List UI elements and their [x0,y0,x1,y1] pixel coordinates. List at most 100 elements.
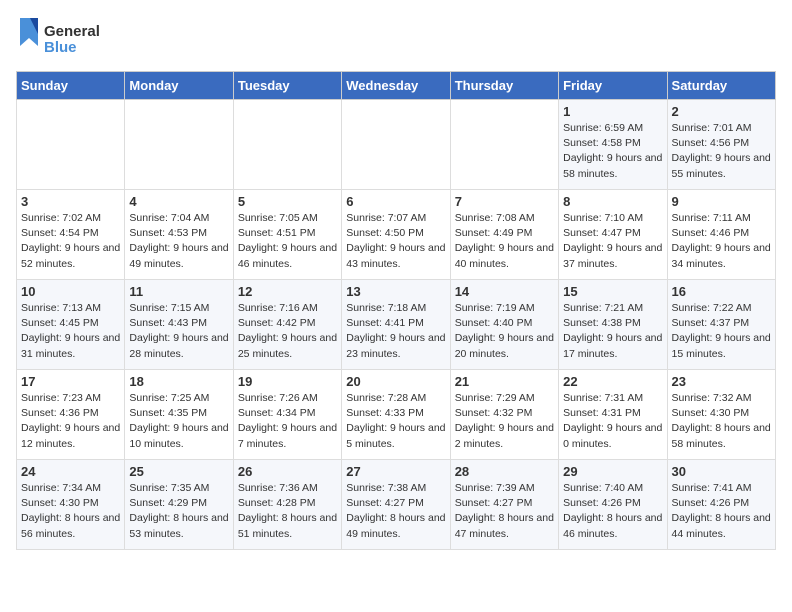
day-cell: 2 Sunrise: 7:01 AM Sunset: 4:56 PM Daylig… [667,100,775,190]
day-info: Sunrise: 7:02 AM Sunset: 4:54 PM Dayligh… [21,211,120,272]
day-number: 25 [129,464,228,479]
day-info: Sunrise: 7:23 AM Sunset: 4:36 PM Dayligh… [21,391,120,452]
day-info: Sunrise: 7:16 AM Sunset: 4:42 PM Dayligh… [238,301,337,362]
day-number: 12 [238,284,337,299]
day-number: 17 [21,374,120,389]
svg-text:General: General [44,23,100,40]
day-cell: 20 Sunrise: 7:28 AM Sunset: 4:33 PM Dayli… [342,370,450,460]
day-cell: 27 Sunrise: 7:38 AM Sunset: 4:27 PM Dayli… [342,460,450,550]
week-row-2: 3 Sunrise: 7:02 AM Sunset: 4:54 PM Daylig… [17,190,776,280]
day-cell: 4 Sunrise: 7:04 AM Sunset: 4:53 PM Daylig… [125,190,233,280]
day-info: Sunrise: 7:01 AM Sunset: 4:56 PM Dayligh… [672,121,771,182]
header-day-sunday: Sunday [17,72,125,100]
day-info: Sunrise: 7:15 AM Sunset: 4:43 PM Dayligh… [129,301,228,362]
day-info: Sunrise: 7:25 AM Sunset: 4:35 PM Dayligh… [129,391,228,452]
day-info: Sunrise: 7:38 AM Sunset: 4:27 PM Dayligh… [346,481,445,542]
day-cell: 1 Sunrise: 6:59 AM Sunset: 4:58 PM Daylig… [559,100,667,190]
day-info: Sunrise: 7:13 AM Sunset: 4:45 PM Dayligh… [21,301,120,362]
day-number: 20 [346,374,445,389]
day-cell [125,100,233,190]
header: GeneralBlue [16,16,776,61]
day-cell: 10 Sunrise: 7:13 AM Sunset: 4:45 PM Dayli… [17,280,125,370]
day-cell [342,100,450,190]
day-cell: 21Sunrise: 7:29 AM Sunset: 4:32 PM Dayli… [450,370,558,460]
day-number: 27 [346,464,445,479]
day-info: Sunrise: 7:35 AM Sunset: 4:29 PM Dayligh… [129,481,228,542]
day-cell: 19 Sunrise: 7:26 AM Sunset: 4:34 PM Dayli… [233,370,341,460]
day-number: 22 [563,374,662,389]
logo-svg: GeneralBlue [16,16,106,61]
day-info: Sunrise: 7:36 AM Sunset: 4:28 PM Dayligh… [238,481,337,542]
week-row-3: 10 Sunrise: 7:13 AM Sunset: 4:45 PM Dayli… [17,280,776,370]
day-cell: 5 Sunrise: 7:05 AM Sunset: 4:51 PM Daylig… [233,190,341,280]
day-info: Sunrise: 7:11 AM Sunset: 4:46 PM Dayligh… [672,211,771,272]
day-number: 10 [21,284,120,299]
day-cell: 26 Sunrise: 7:36 AM Sunset: 4:28 PM Dayli… [233,460,341,550]
day-number: 28 [455,464,554,479]
day-number: 29 [563,464,662,479]
day-info: Sunrise: 6:59 AM Sunset: 4:58 PM Dayligh… [563,121,662,182]
week-row-1: 1 Sunrise: 6:59 AM Sunset: 4:58 PM Daylig… [17,100,776,190]
day-cell: 24 Sunrise: 7:34 AM Sunset: 4:30 PM Dayli… [17,460,125,550]
day-info: Sunrise: 7:08 AM Sunset: 4:49 PM Dayligh… [455,211,554,272]
day-info: Sunrise: 7:07 AM Sunset: 4:50 PM Dayligh… [346,211,445,272]
header-row: SundayMondayTuesdayWednesdayThursdayFrid… [17,72,776,100]
day-info: Sunrise: 7:40 AM Sunset: 4:26 PM Dayligh… [563,481,662,542]
day-info: Sunrise: 7:05 AM Sunset: 4:51 PM Dayligh… [238,211,337,272]
day-info: Sunrise: 7:34 AM Sunset: 4:30 PM Dayligh… [21,481,120,542]
day-number: 11 [129,284,228,299]
day-number: 19 [238,374,337,389]
day-cell: 23 Sunrise: 7:32 AM Sunset: 4:30 PM Dayli… [667,370,775,460]
day-cell: 9Sunrise: 7:11 AM Sunset: 4:46 PM Daylig… [667,190,775,280]
day-cell: 14Sunrise: 7:19 AM Sunset: 4:40 PM Dayli… [450,280,558,370]
day-info: Sunrise: 7:10 AM Sunset: 4:47 PM Dayligh… [563,211,662,272]
day-number: 23 [672,374,771,389]
day-info: Sunrise: 7:39 AM Sunset: 4:27 PM Dayligh… [455,481,554,542]
day-cell: 16 Sunrise: 7:22 AM Sunset: 4:37 PM Dayli… [667,280,775,370]
day-number: 16 [672,284,771,299]
header-day-tuesday: Tuesday [233,72,341,100]
day-number: 3 [21,194,120,209]
header-day-wednesday: Wednesday [342,72,450,100]
day-info: Sunrise: 7:04 AM Sunset: 4:53 PM Dayligh… [129,211,228,272]
day-cell [233,100,341,190]
day-number: 6 [346,194,445,209]
day-number: 1 [563,104,662,119]
day-info: Sunrise: 7:18 AM Sunset: 4:41 PM Dayligh… [346,301,445,362]
logo: GeneralBlue [16,16,106,61]
day-number: 15 [563,284,662,299]
day-info: Sunrise: 7:32 AM Sunset: 4:30 PM Dayligh… [672,391,771,452]
day-number: 24 [21,464,120,479]
day-info: Sunrise: 7:31 AM Sunset: 4:31 PM Dayligh… [563,391,662,452]
day-cell: 8 Sunrise: 7:10 AM Sunset: 4:47 PM Daylig… [559,190,667,280]
week-row-4: 17 Sunrise: 7:23 AM Sunset: 4:36 PM Dayli… [17,370,776,460]
header-day-monday: Monday [125,72,233,100]
svg-text:Blue: Blue [44,39,77,56]
day-cell: 11 Sunrise: 7:15 AM Sunset: 4:43 PM Dayli… [125,280,233,370]
calendar-table: SundayMondayTuesdayWednesdayThursdayFrid… [16,71,776,550]
day-number: 18 [129,374,228,389]
day-cell: 18 Sunrise: 7:25 AM Sunset: 4:35 PM Dayli… [125,370,233,460]
day-info: Sunrise: 7:41 AM Sunset: 4:26 PM Dayligh… [672,481,771,542]
day-info: Sunrise: 7:26 AM Sunset: 4:34 PM Dayligh… [238,391,337,452]
day-number: 14 [455,284,554,299]
day-number: 5 [238,194,337,209]
day-cell: 29 Sunrise: 7:40 AM Sunset: 4:26 PM Dayli… [559,460,667,550]
day-cell: 17 Sunrise: 7:23 AM Sunset: 4:36 PM Dayli… [17,370,125,460]
day-number: 26 [238,464,337,479]
day-cell: 28 Sunrise: 7:39 AM Sunset: 4:27 PM Dayli… [450,460,558,550]
day-number: 4 [129,194,228,209]
week-row-5: 24 Sunrise: 7:34 AM Sunset: 4:30 PM Dayli… [17,460,776,550]
day-cell: 3 Sunrise: 7:02 AM Sunset: 4:54 PM Daylig… [17,190,125,280]
day-cell [17,100,125,190]
header-day-saturday: Saturday [667,72,775,100]
day-cell: 22 Sunrise: 7:31 AM Sunset: 4:31 PM Dayli… [559,370,667,460]
day-info: Sunrise: 7:28 AM Sunset: 4:33 PM Dayligh… [346,391,445,452]
day-cell [450,100,558,190]
day-number: 7 [455,194,554,209]
day-info: Sunrise: 7:29 AM Sunset: 4:32 PM Dayligh… [455,391,554,452]
day-cell: 6 Sunrise: 7:07 AM Sunset: 4:50 PM Daylig… [342,190,450,280]
day-number: 8 [563,194,662,209]
day-number: 2 [672,104,771,119]
day-info: Sunrise: 7:22 AM Sunset: 4:37 PM Dayligh… [672,301,771,362]
